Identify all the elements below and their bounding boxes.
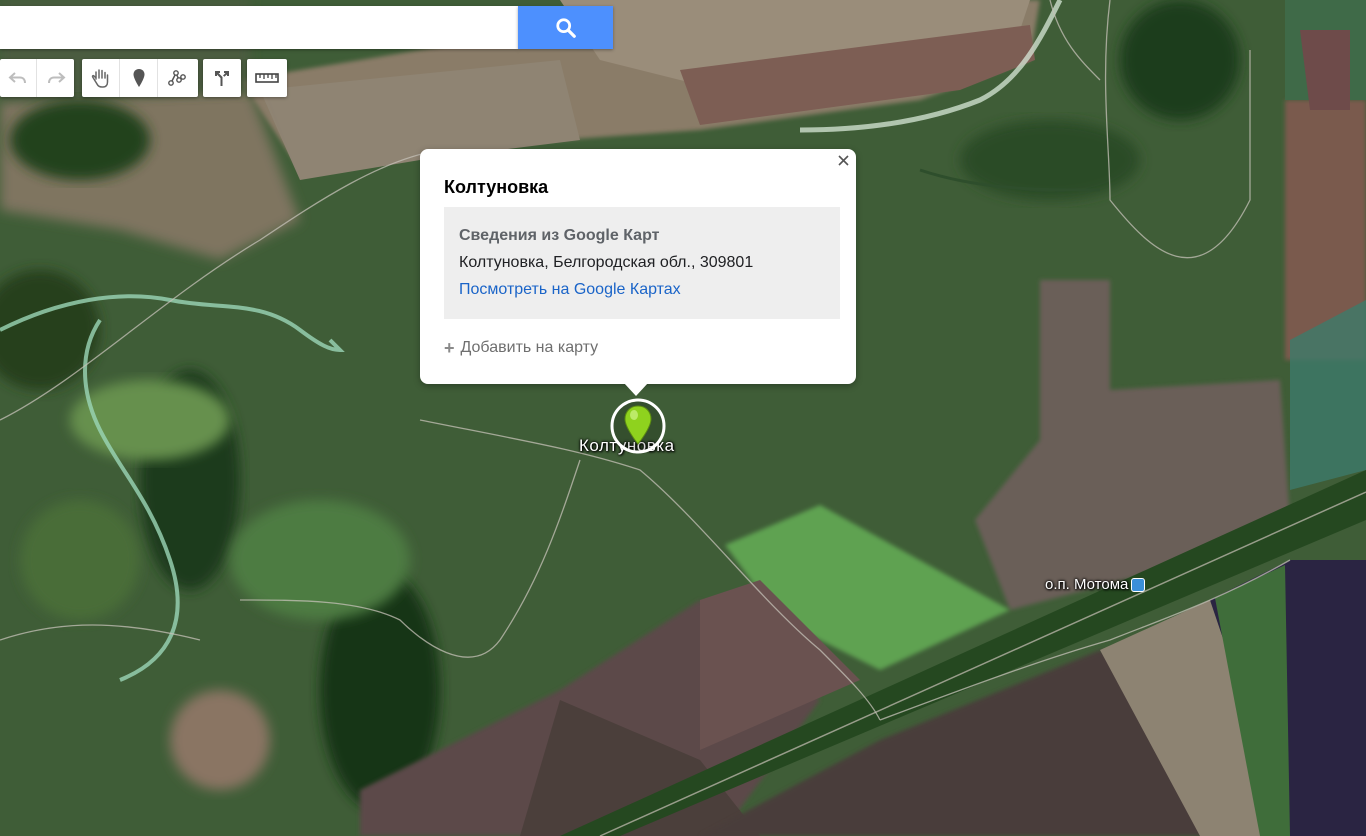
station-map-label: о.п. Мотома: [1045, 576, 1146, 593]
plus-icon: +: [444, 338, 455, 358]
info-window-pointer: [624, 383, 648, 396]
satellite-map[interactable]: Колтуновка о.п. Мотома: [0, 0, 1366, 836]
ruler-icon: [255, 73, 279, 83]
map-tools-toolbar: [82, 59, 198, 97]
pan-hand-icon: [91, 69, 108, 88]
add-marker-icon: [133, 69, 144, 87]
directions-button[interactable]: [203, 59, 241, 97]
search-icon: [555, 17, 576, 38]
directions-toolbar: [203, 59, 241, 97]
close-icon: [837, 154, 849, 166]
place-info-window: Колтуновка Сведения из Google Карт Колту…: [420, 149, 856, 384]
draw-line-button[interactable]: [158, 59, 196, 97]
measure-toolbar: [247, 59, 287, 97]
history-toolbar: [0, 59, 74, 97]
undo-button[interactable]: [0, 59, 38, 97]
place-address: Колтуновка, Белгородская обл., 309801: [459, 254, 754, 271]
view-on-google-maps-link[interactable]: Посмотреть на Google Картах: [459, 281, 825, 299]
search-button[interactable]: [518, 6, 613, 49]
directions-icon: [215, 71, 229, 86]
train-station-icon: [1131, 577, 1146, 592]
location-marker-icon[interactable]: [610, 398, 666, 458]
pan-tool-button[interactable]: [82, 59, 120, 97]
undo-icon: [8, 72, 26, 84]
search-input[interactable]: [0, 6, 518, 49]
add-marker-button[interactable]: [120, 59, 158, 97]
redo-button[interactable]: [37, 59, 74, 97]
add-to-map-button[interactable]: + Добавить на карту: [444, 339, 598, 357]
add-to-map-label: Добавить на карту: [460, 339, 599, 356]
google-maps-info-card: Сведения из Google Карт Колтуновка, Белг…: [444, 207, 840, 319]
place-title: Колтуновка: [444, 177, 549, 197]
satellite-imagery: [0, 0, 1366, 836]
close-info-window-button[interactable]: [835, 152, 851, 168]
redo-icon: [47, 72, 65, 84]
draw-line-icon: [168, 70, 186, 86]
measure-distance-button[interactable]: [247, 59, 287, 97]
card-heading: Сведения из Google Карт: [459, 227, 660, 244]
station-label-text: о.п. Мотома: [1045, 576, 1129, 593]
